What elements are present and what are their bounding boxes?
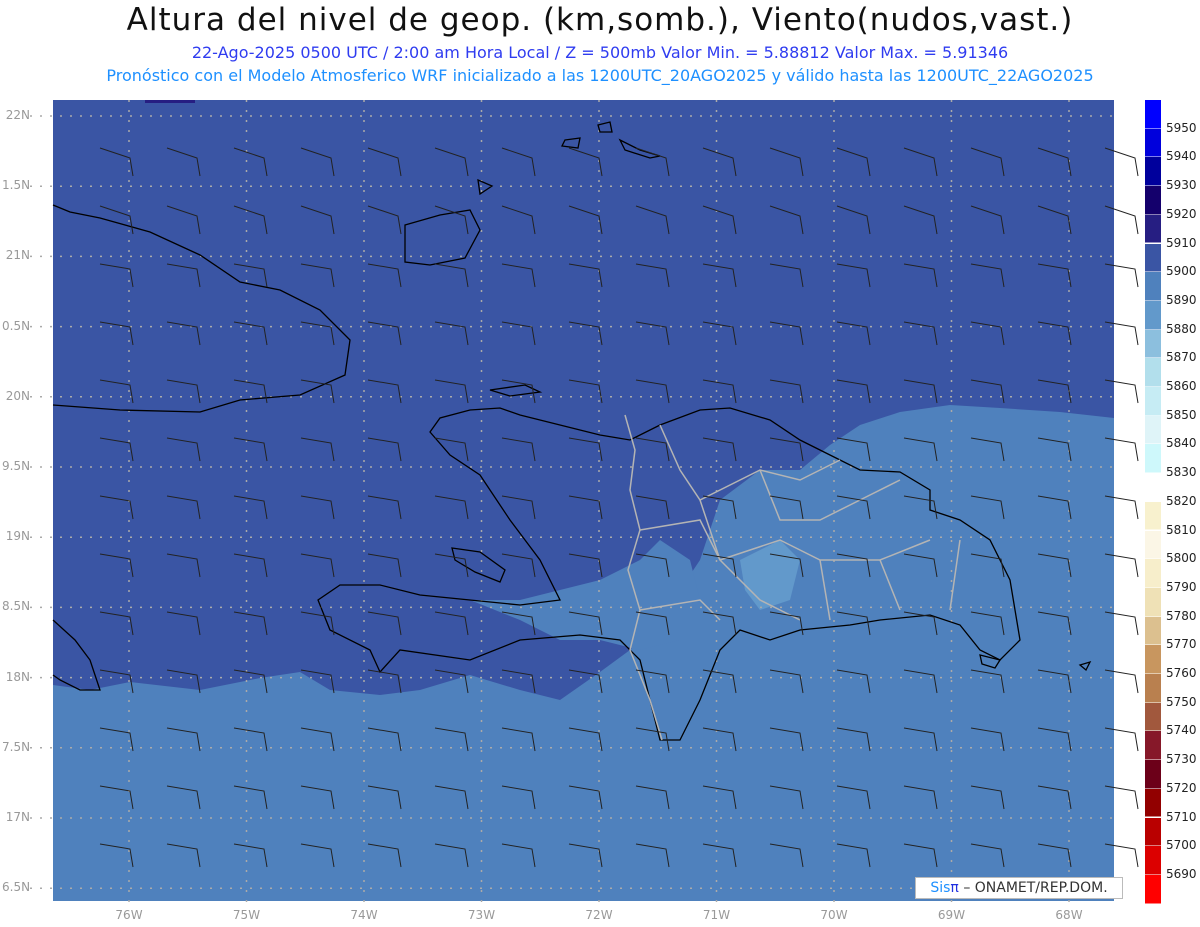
colorbar-label: 5790 [1166,579,1197,594]
lat-tick-label: 0.5N [2,318,31,333]
lat-tick-label: 7.5N [2,739,31,754]
colorbar-swatch [1145,128,1161,158]
logo-pi: π [950,880,959,896]
lon-tick-label: 70W [820,908,848,922]
colorbar-label: 5890 [1166,292,1197,307]
colorbar-swatch [1145,358,1161,387]
colorbar-label: 5950 [1166,120,1197,135]
colorbar-swatch [1145,530,1161,560]
colorbar-label: 5880 [1166,321,1197,336]
lon-tick-label: 76W [115,908,143,922]
colorbar-label: 5820 [1166,493,1197,508]
colorbar-label: 5750 [1166,694,1197,709]
colorbar-swatch [1145,587,1161,617]
colorbar-label: 5840 [1166,436,1197,451]
colorbar-swatch [1145,473,1161,502]
lat-tick-label: 6.5N [2,880,31,895]
colorbar-label: 5930 [1166,178,1197,193]
logo-sis: Sis [930,880,951,896]
colorbar-label: 5900 [1166,264,1197,279]
field-top-edge [145,100,195,103]
colorbar-label: 5710 [1166,809,1197,824]
lon-tick-label: 73W [467,908,496,922]
colorbar-swatch [1145,243,1161,273]
lat-tick-label: 20N [5,388,30,403]
colorbar-swatch [1145,874,1161,904]
colorbar-label: 5760 [1166,666,1197,680]
colorbar-swatch [1145,674,1161,703]
colorbar-swatch [1145,100,1161,129]
colorbar-swatch [1145,817,1161,847]
colorbar-swatch [1145,214,1161,244]
lon-tick-label: 72W [585,908,613,922]
colorbar-label: 5690 [1166,866,1197,881]
map-plot [30,100,1139,905]
lat-tick-label: 19N [5,529,30,544]
lat-tick-label: 8.5N [2,599,31,614]
colorbar-swatch [1145,731,1161,761]
colorbar-swatch [1145,559,1161,588]
colorbar-label: 5870 [1166,350,1197,365]
lat-tick-label: 17N [5,810,30,824]
colorbar-swatch [1145,157,1161,187]
lat-tick-label: 22N [5,108,30,122]
logo-text: – ONAMET/REP.DOM. [963,880,1108,896]
colorbar-swatch [1145,186,1161,215]
colorbar-swatch [1145,645,1161,674]
lat-tick-label: 1.5N [2,178,31,193]
colorbar-swatch [1145,788,1161,818]
colorbar-label: 5860 [1166,379,1197,393]
lat-tick-label: 18N [5,669,30,684]
colorbar-label: 5910 [1166,235,1197,250]
colorbar-swatch [1145,300,1161,330]
lon-tick-label: 74W [350,908,378,922]
colorbar-swatch [1145,760,1161,789]
lon-tick-label: 75W [232,908,261,922]
colorbar-swatch [1145,415,1161,445]
colorbar-label: 5850 [1166,407,1197,422]
lon-tick-label: 68W [1055,908,1083,922]
colorbar-label: 5810 [1166,522,1197,537]
colorbar-label: 5920 [1166,206,1197,221]
colorbar-label: 5730 [1166,752,1197,767]
colorbar-label: 5720 [1166,780,1197,795]
sispi-onamet-logo: Sisπ – ONAMET/REP.DOM. [915,877,1123,899]
colorbar-swatch [1145,616,1161,646]
lat-tick-label: 21N [5,248,30,263]
colorbar-label: 5780 [1166,608,1197,623]
colorbar-swatch [1145,387,1161,416]
lat-tick-label: 9.5N [2,459,31,473]
colorbar-label: 5770 [1166,637,1197,652]
colorbar-label: 5830 [1166,465,1197,480]
lon-tick-label: 71W [702,908,731,922]
colorbar-label: 5700 [1166,838,1197,853]
lon-tick-label: 69W [937,908,966,922]
colorbar-label: 5940 [1166,149,1197,164]
colorbar-swatch [1145,501,1161,531]
colorbar-swatch [1145,846,1161,875]
colorbar-swatch [1145,444,1161,474]
colorbar-swatch [1145,702,1161,732]
colorbar-label: 5800 [1166,551,1197,566]
colorbar-label: 5740 [1166,723,1197,738]
colorbar-swatch [1145,329,1161,359]
colorbar-swatch [1145,272,1161,301]
